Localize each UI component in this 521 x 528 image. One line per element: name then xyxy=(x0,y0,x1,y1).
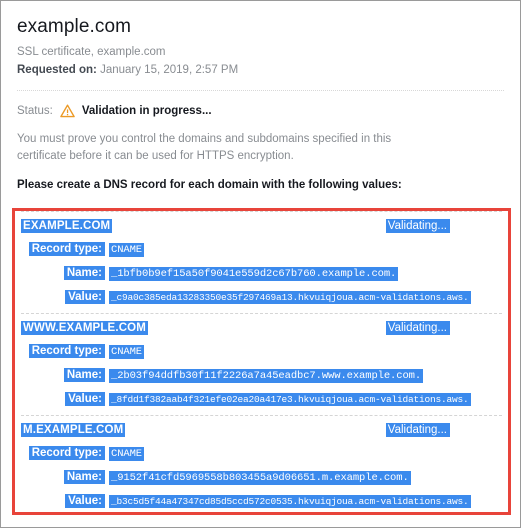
status-badge: Validation in progress... xyxy=(81,105,212,117)
record-name-value[interactable]: _2b03f94ddfb30f11f2226a7a45eadbc7.www.ex… xyxy=(109,369,424,383)
record-type-row: Record type: CNAME xyxy=(21,341,502,359)
record-value-value[interactable]: _c9a0c385eda13283350e35f297469a13.hkvuiq… xyxy=(109,291,471,304)
record-type-value[interactable]: CNAME xyxy=(109,243,145,257)
record-value-value[interactable]: _8fdd1f382aab4f321efe02ea20a417e3.hkvuiq… xyxy=(109,393,471,406)
dns-record-header: M.EXAMPLE.COM Validating... xyxy=(21,416,502,437)
record-name-label: Name: xyxy=(63,470,105,484)
record-value-label-cell: Value: xyxy=(21,287,105,305)
record-name-value[interactable]: _9152f41cfd5969558b803455a9d06651.m.exam… xyxy=(109,471,411,485)
record-type-row: Record type: CNAME xyxy=(21,239,502,257)
requested-on-row: Requested on: January 15, 2019, 2:57 PM xyxy=(17,63,504,78)
record-value-row: Value: _b3c5d5f44a47347cd85d5ccd572c0535… xyxy=(21,491,502,509)
warning-triangle-icon xyxy=(60,104,75,118)
domain-name[interactable]: WWW.EXAMPLE.COM xyxy=(21,321,148,335)
record-name-label: Name: xyxy=(63,266,105,280)
record-name-row: Name: _1bfb0b9ef15a50f9041e559d2c67b760.… xyxy=(21,263,502,281)
dns-records-list: EXAMPLE.COM Validating... Record type: C… xyxy=(15,211,508,509)
page-title: example.com xyxy=(17,16,132,37)
dns-record-block: WWW.EXAMPLE.COM Validating... Record typ… xyxy=(15,313,508,415)
validation-state: Validating... xyxy=(385,423,450,437)
header-divider xyxy=(17,90,504,91)
dns-record-header: WWW.EXAMPLE.COM Validating... xyxy=(21,314,502,335)
requested-on-value: January 15, 2019, 2:57 PM xyxy=(100,64,239,76)
domain-name[interactable]: M.EXAMPLE.COM xyxy=(21,423,126,437)
record-name-row: Name: _9152f41cfd5969558b803455a9d06651.… xyxy=(21,467,502,485)
record-value-row: Value: _c9a0c385eda13283350e35f297469a13… xyxy=(21,287,502,305)
record-value-label-cell: Value: xyxy=(21,389,105,407)
validation-state: Validating... xyxy=(385,219,450,233)
record-type-value[interactable]: CNAME xyxy=(109,447,145,461)
validation-explanation: You must prove you control the domains a… xyxy=(17,133,392,162)
record-type-row: Record type: CNAME xyxy=(21,443,502,461)
record-value-label: Value: xyxy=(65,290,105,304)
record-value-label: Value: xyxy=(65,392,105,406)
requested-on-label: Requested on: xyxy=(17,64,97,76)
record-type-label: Record type: xyxy=(28,446,105,460)
record-value-label: Value: xyxy=(65,494,105,508)
record-name-label-cell: Name: xyxy=(21,263,105,281)
record-type-label-cell: Record type: xyxy=(21,239,105,257)
dns-record-header: EXAMPLE.COM Validating... xyxy=(21,212,502,233)
record-value-label-cell: Value: xyxy=(21,491,105,509)
record-type-label-cell: Record type: xyxy=(21,341,105,359)
certificate-header: example.com SSL certificate, example.com… xyxy=(1,1,520,191)
status-label: Status: xyxy=(17,105,53,117)
validation-state: Validating... xyxy=(385,321,450,335)
record-name-value[interactable]: _1bfb0b9ef15a50f9041e559d2c67b760.exampl… xyxy=(109,267,399,281)
record-name-label-cell: Name: xyxy=(21,365,105,383)
certificate-details-panel: example.com SSL certificate, example.com… xyxy=(0,0,521,528)
certificate-subtitle: SSL certificate, example.com xyxy=(17,46,166,58)
record-type-label: Record type: xyxy=(28,344,105,358)
record-type-label: Record type: xyxy=(28,242,105,256)
domain-name[interactable]: EXAMPLE.COM xyxy=(21,219,113,233)
record-name-row: Name: _2b03f94ddfb30f11f2226a7a45eadbc7.… xyxy=(21,365,502,383)
record-name-label-cell: Name: xyxy=(21,467,105,485)
record-type-value[interactable]: CNAME xyxy=(109,345,145,359)
record-type-label-cell: Record type: xyxy=(21,443,105,461)
status-row: Status: Validation in progress... xyxy=(17,104,504,118)
dns-record-block: M.EXAMPLE.COM Validating... Record type:… xyxy=(15,415,508,509)
record-value-value[interactable]: _b3c5d5f44a47347cd85d5ccd572c0535.hkvuiq… xyxy=(109,495,471,508)
record-value-row: Value: _8fdd1f382aab4f321efe02ea20a417e3… xyxy=(21,389,502,407)
dns-record-block: EXAMPLE.COM Validating... Record type: C… xyxy=(15,211,508,313)
record-name-label: Name: xyxy=(63,368,105,382)
dns-instruction: Please create a DNS record for each doma… xyxy=(17,179,402,191)
